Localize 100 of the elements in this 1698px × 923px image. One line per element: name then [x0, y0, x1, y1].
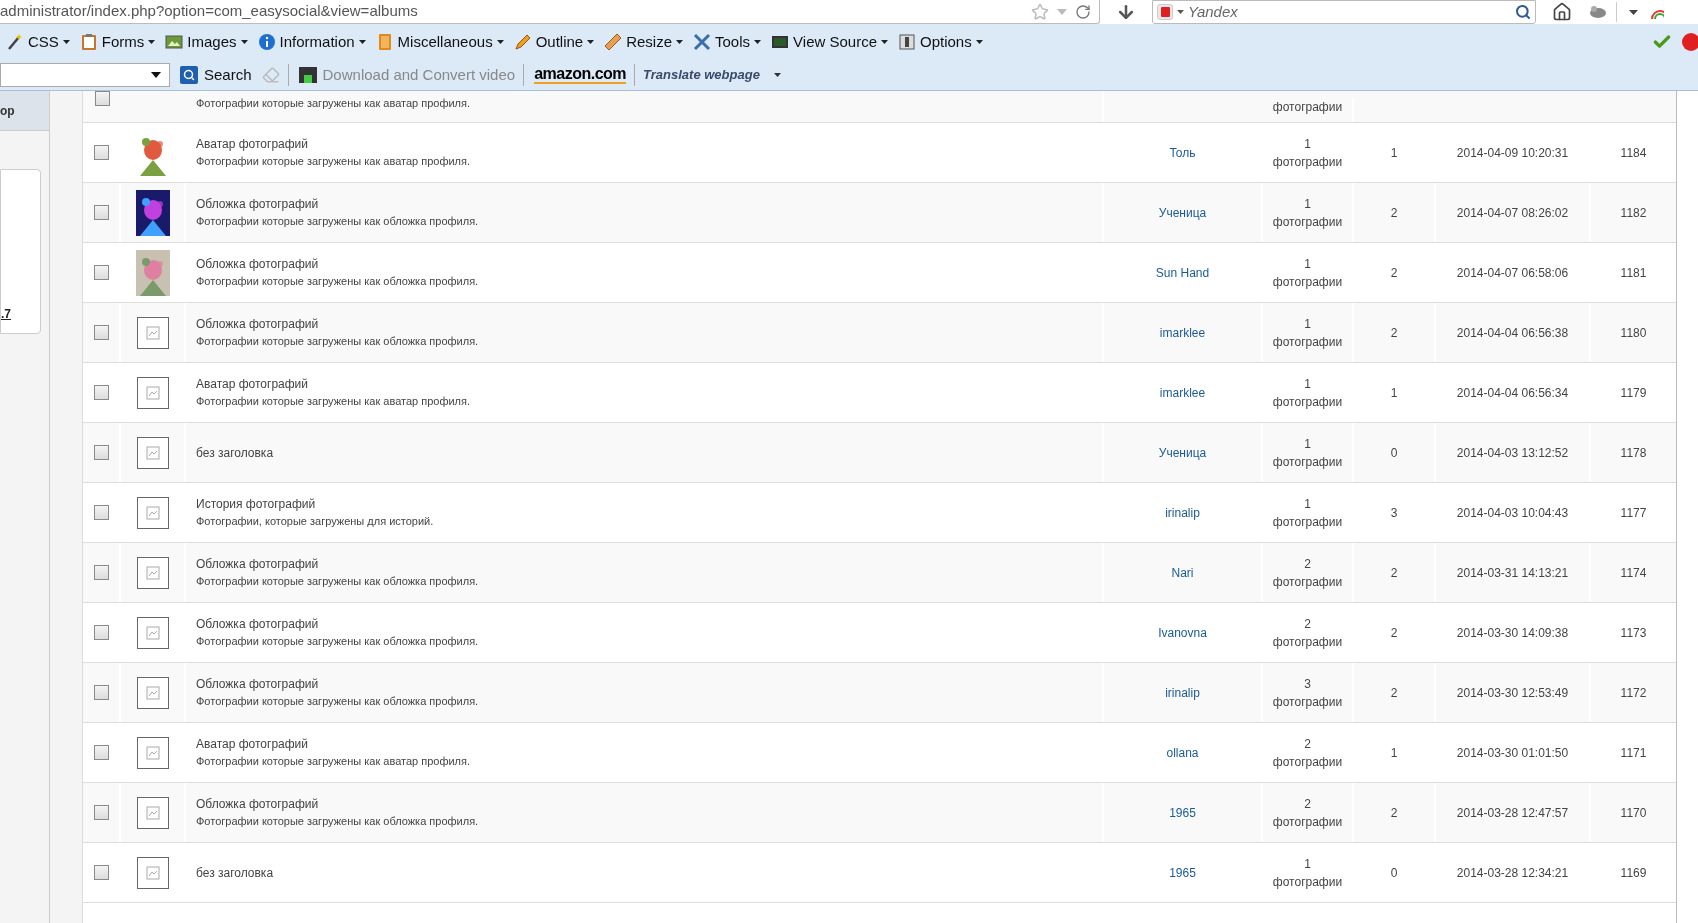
- toolbar-menu-button[interactable]: Outline: [513, 30, 595, 54]
- album-title[interactable]: Обложка фотографий: [196, 795, 1102, 814]
- album-title[interactable]: Обложка фотографий: [196, 195, 1102, 214]
- album-title[interactable]: Обложка фотографий: [196, 255, 1102, 274]
- row-checkbox[interactable]: [93, 685, 109, 700]
- author-link[interactable]: imarklee: [1159, 323, 1206, 342]
- table-cell-text: 2: [1390, 684, 1398, 702]
- home-icon[interactable]: [1552, 2, 1572, 22]
- author-link[interactable]: imarklee: [1159, 383, 1206, 402]
- row-checkbox[interactable]: [93, 505, 109, 520]
- row-checkbox[interactable]: [94, 91, 110, 106]
- toolbar-menu-button[interactable]: Information: [257, 30, 366, 54]
- author-link[interactable]: 1965: [1169, 863, 1196, 882]
- date-cell-text: 2014-03-30 12:53:49: [1456, 684, 1569, 702]
- photos-count: 1: [1304, 375, 1311, 393]
- album-title[interactable]: Аватар фотографий: [196, 735, 1102, 754]
- date-cell-text: 2014-04-07 08:26:02: [1456, 204, 1569, 222]
- table-cell-text: 2: [1390, 624, 1398, 642]
- album-title[interactable]: Аватар фотографий: [196, 135, 1102, 154]
- author-link[interactable]: Ученица: [1158, 443, 1207, 462]
- row-checkbox[interactable]: [93, 805, 109, 820]
- photos-label: фотографии: [1272, 513, 1343, 531]
- toolbar-menu-button[interactable]: Images: [165, 30, 248, 54]
- toolbar-menu-button[interactable]: View Source: [771, 30, 888, 54]
- id-cell-text: 1171: [1620, 744, 1647, 762]
- caret-icon: [496, 40, 504, 44]
- album-title[interactable]: Аватар фотографий: [196, 375, 1102, 394]
- author-link[interactable]: Ученица: [1158, 203, 1207, 222]
- author-link[interactable]: irinalip: [1165, 503, 1200, 522]
- row-checkbox[interactable]: [93, 745, 109, 760]
- row-checkbox[interactable]: [93, 145, 109, 160]
- search-icon[interactable]: [1515, 4, 1531, 20]
- album-title[interactable]: Обложка фотографий: [196, 315, 1102, 334]
- table-cell-text: 2: [1390, 564, 1398, 582]
- album-title[interactable]: Обложка фотографий: [196, 555, 1102, 574]
- caret-icon: [587, 40, 595, 44]
- album-description: Фотографии которые загружены как аватар профиля.: [196, 754, 472, 770]
- album-description: Фотографии которые загружены как обложка профиля.: [196, 274, 480, 290]
- search-button[interactable]: Search: [180, 63, 252, 87]
- date-cell-text: 2014-03-30 01:01:50: [1456, 744, 1569, 762]
- row-checkbox[interactable]: [93, 265, 109, 280]
- photos-label: фотографии: [1272, 453, 1343, 471]
- caret-icon[interactable]: [1629, 9, 1638, 15]
- photos-count: 1: [1304, 495, 1311, 513]
- sidebar-link[interactable]: .7: [1, 305, 40, 323]
- toolbar-menu-button[interactable]: Forms: [79, 30, 156, 54]
- monitor-icon: [771, 33, 790, 51]
- toolbar-menu-button[interactable]: Options: [898, 30, 983, 54]
- album-title[interactable]: Обложка фотографий: [196, 615, 1102, 634]
- table-cell-text: 2: [1390, 324, 1398, 342]
- search-field[interactable]: Yandex: [1152, 0, 1536, 24]
- bookmark-star-icon[interactable]: [1031, 2, 1049, 21]
- download-icon[interactable]: [1116, 2, 1136, 22]
- id-cell-text: 1178: [1620, 444, 1647, 462]
- id-cell-text: 1179: [1620, 384, 1647, 402]
- row-checkbox[interactable]: [93, 565, 109, 580]
- album-title[interactable]: История фотографий: [196, 495, 1102, 514]
- author-link[interactable]: 1965: [1169, 803, 1196, 822]
- author-link[interactable]: Толь: [1169, 143, 1196, 162]
- toolbar-menu-button[interactable]: Resize: [604, 30, 684, 54]
- row-checkbox[interactable]: [93, 385, 109, 400]
- author-link[interactable]: Ivanovna: [1158, 623, 1207, 642]
- album-description: Фотографии которые загружены как обложка профиля.: [196, 634, 480, 650]
- row-checkbox[interactable]: [93, 205, 109, 220]
- ruler-icon: [604, 33, 623, 51]
- author-link[interactable]: ollana: [1166, 743, 1199, 762]
- translate-link[interactable]: Translate webpage: [643, 65, 760, 85]
- photos-label: фотографии: [1272, 633, 1343, 651]
- album-title[interactable]: без заголовка: [196, 443, 1102, 462]
- photos-label: фотографии: [1272, 393, 1343, 411]
- author-link[interactable]: irinalip: [1165, 683, 1200, 702]
- toolbar-menu-button[interactable]: Miscellaneous: [375, 30, 504, 54]
- search-input[interactable]: Yandex: [1188, 0, 1511, 24]
- row-checkbox[interactable]: [93, 625, 109, 640]
- table-cell-text: 2: [1390, 264, 1398, 282]
- author-link[interactable]: Nari: [1171, 563, 1194, 582]
- image-placeholder-icon: [136, 496, 169, 529]
- album-title[interactable]: без заголовка: [196, 863, 1102, 882]
- download-icon: [298, 67, 317, 83]
- photos-label: фотографии: [1272, 153, 1343, 171]
- url-text[interactable]: administrator/index.php?option=com_easysocial&view=albums: [0, 0, 418, 23]
- row-checkbox[interactable]: [93, 325, 109, 340]
- id-cell-text: 1170: [1620, 804, 1647, 822]
- caret-icon: [975, 40, 983, 44]
- row-checkbox[interactable]: [93, 865, 109, 880]
- photos-count: 2: [1304, 615, 1311, 633]
- row-checkbox[interactable]: [93, 445, 109, 460]
- toolbar-menu-button[interactable]: Tools: [693, 30, 762, 54]
- caret-icon[interactable]: [773, 73, 781, 77]
- date-cell-text: 2014-03-28 12:34:21: [1456, 864, 1569, 882]
- dropdown-field[interactable]: [0, 63, 170, 87]
- toolbar-menu-button[interactable]: CSS: [6, 30, 70, 54]
- table-cell-text: 1: [1390, 744, 1398, 762]
- author-link[interactable]: Sun Hand: [1155, 263, 1210, 282]
- photos-count: 1: [1304, 195, 1311, 213]
- photos-count: 1: [1304, 315, 1311, 333]
- reload-icon[interactable]: [1075, 3, 1091, 20]
- album-title[interactable]: Обложка фотографий: [196, 675, 1102, 694]
- photos-count: 1: [1304, 135, 1311, 153]
- amazon-logo[interactable]: amazon.com: [534, 66, 627, 84]
